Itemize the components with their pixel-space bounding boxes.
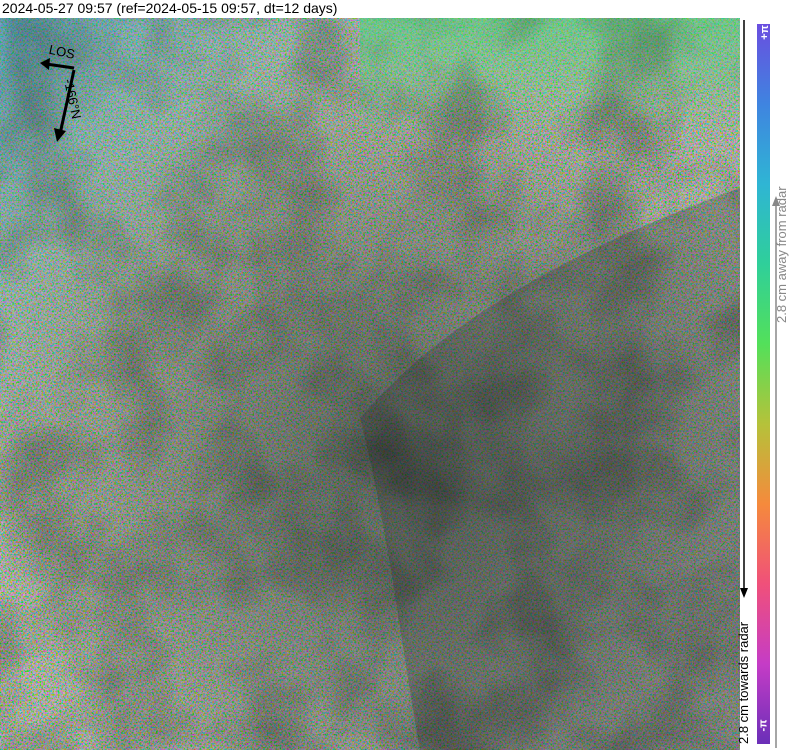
- colorbar: [757, 24, 770, 744]
- colorbar-top-label: +π: [758, 25, 771, 40]
- away-from-radar-label: 2.8 cm away from radar: [774, 186, 789, 323]
- interferogram-image: LOS -166°N: [0, 18, 740, 750]
- interferogram-svg: LOS -166°N: [0, 18, 740, 750]
- towards-arrow: [740, 20, 748, 598]
- colorbar-bottom-label: -π: [757, 719, 770, 732]
- terrain-texture: [0, 18, 740, 750]
- towards-radar-label: 2.8 cm towards radar: [736, 621, 751, 744]
- image-title: 2024-05-27 09:57 (ref=2024-05-15 09:57, …: [2, 0, 338, 16]
